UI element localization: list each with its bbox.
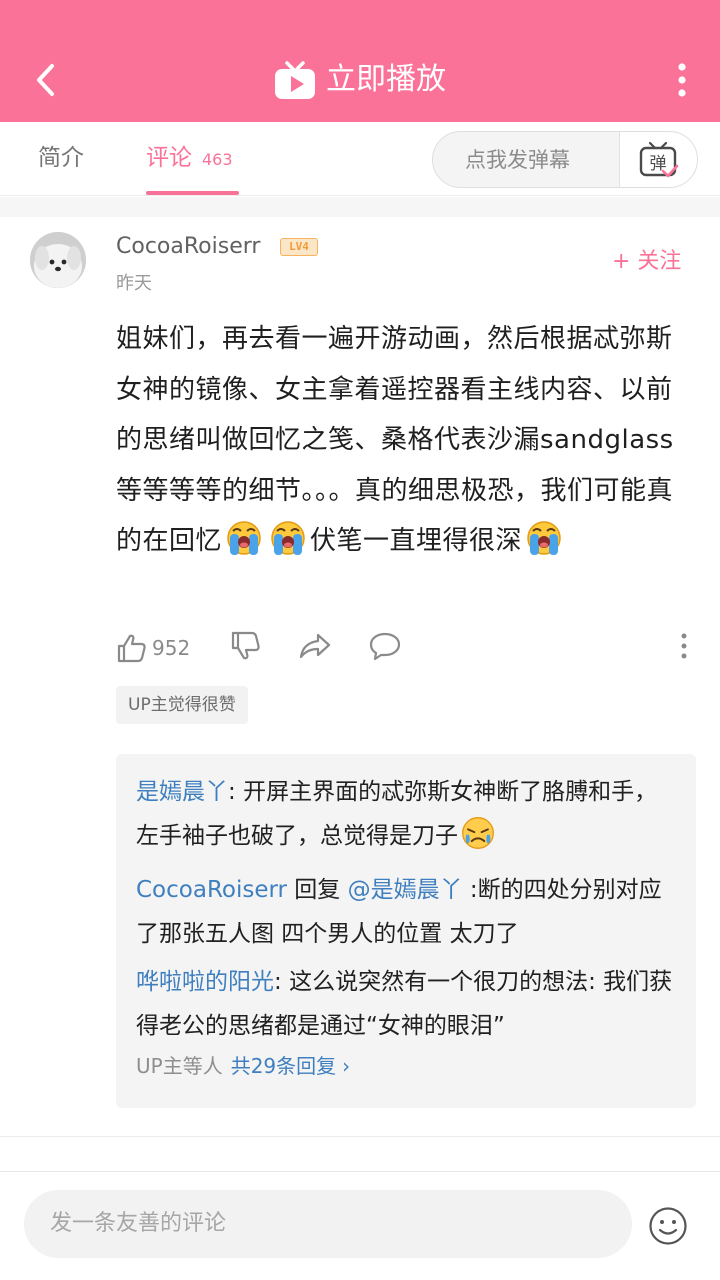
replies-panel[interactable]: 是嫣晨丫: 开屏主界面的忒弥斯女神断了胳膊和手，左手袖子也破了，总觉得是刀子 C… [116, 754, 696, 1108]
reply-item[interactable]: CocoaRoiserr 回复 @是嫣晨丫 :断的四处分别对应了那张五人图 四个… [136, 868, 676, 956]
crying-emoji-icon [527, 521, 561, 555]
reply-word: 回复 [287, 877, 348, 903]
share-button[interactable] [298, 630, 332, 666]
tv-play-icon [275, 61, 315, 99]
reply-mention[interactable]: @是嫣晨丫 [348, 877, 463, 903]
replies-total: 共29条回复 [230, 1054, 337, 1078]
tab-intro[interactable]: 简介 [38, 142, 84, 174]
danmaku-placeholder: 点我发弹幕 [465, 148, 570, 172]
top-bar: 立即播放 [0, 0, 720, 122]
danmaku-toggle-button[interactable]: 弹 [619, 132, 697, 187]
chevron-right-icon: › [342, 1054, 351, 1078]
reply-button[interactable] [368, 630, 402, 666]
danmaku-input[interactable]: 点我发弹幕 弹 [432, 131, 698, 188]
dog-avatar-image [30, 232, 86, 288]
like-count: 952 [152, 636, 191, 660]
like-button[interactable]: 952 [116, 630, 190, 666]
comment-input-placeholder: 发一条友善的评论 [50, 1211, 227, 1236]
reply-username[interactable]: CocoaRoiserr [136, 877, 287, 903]
reply-item[interactable]: 是嫣晨丫: 开屏主界面的忒弥斯女神断了胳膊和手，左手袖子也破了，总觉得是刀子 [136, 770, 676, 858]
crying-emoji-icon [227, 521, 261, 555]
reply-icon [369, 632, 401, 661]
reply-username[interactable]: 哗啦啦的阳光 [136, 969, 274, 995]
comments-count: 463 [202, 150, 233, 169]
comment-actions: 952 [116, 628, 696, 668]
smiley-icon [649, 1207, 687, 1245]
comment-text-part-1: 姐妹们，再去看一遍开游动画，然后根据忒弥斯女神的镜像、女主拿着遥控器看主线内容、… [116, 324, 674, 556]
active-tab-indicator [146, 191, 239, 195]
comment-username[interactable]: CocoaRoiserr [116, 232, 260, 262]
comment-time: 昨天 [116, 273, 152, 294]
comment-text: 姐妹们，再去看一遍开游动画，然后根据忒弥斯女神的镜像、女主拿着遥控器看主线内容、… [116, 314, 696, 567]
section-divider [0, 197, 720, 217]
comment-more-button[interactable] [676, 632, 692, 664]
avatar[interactable] [30, 232, 86, 288]
comment-divider [0, 1136, 720, 1137]
level-badge: LV4 [280, 238, 318, 256]
follow-button[interactable]: + 关注 [612, 246, 681, 278]
comment-text-part-2: 伏笔一直埋得很深 [310, 526, 523, 556]
reply-separator: : [274, 969, 290, 995]
view-all-replies[interactable]: UP主等人 共29条回复 › [136, 1050, 350, 1082]
thumb-up-icon [117, 634, 146, 663]
tab-comments-label: 评论 [146, 145, 192, 171]
play-now-button[interactable]: 立即播放 [0, 56, 720, 104]
share-icon [299, 633, 331, 659]
crying-face-icon [462, 817, 494, 849]
emoji-button[interactable] [648, 1206, 688, 1246]
crying-emoji-icon [271, 521, 305, 555]
replies-participants: UP主等人 [136, 1054, 223, 1078]
play-now-title: 立即播放 [326, 62, 446, 97]
more-menu-button[interactable] [670, 60, 694, 100]
up-liked-badge: UP主觉得很赞 [116, 686, 248, 724]
thumb-down-icon [231, 631, 260, 660]
more-vertical-icon [678, 63, 686, 97]
more-vertical-icon [681, 633, 687, 659]
reply-item[interactable]: 哗啦啦的阳光: 这么说突然有一个很刀的想法: 我们获得老公的思绪都是通过“女神的… [136, 960, 676, 1048]
danmaku-toggle-icon: 弹 [639, 141, 678, 177]
reply-separator: : [228, 779, 244, 805]
comment-input[interactable]: 发一条友善的评论 [24, 1190, 632, 1258]
tab-comments[interactable]: 评论 463 [146, 142, 239, 196]
dislike-button[interactable] [230, 630, 262, 666]
reply-username[interactable]: 是嫣晨丫 [136, 779, 228, 805]
